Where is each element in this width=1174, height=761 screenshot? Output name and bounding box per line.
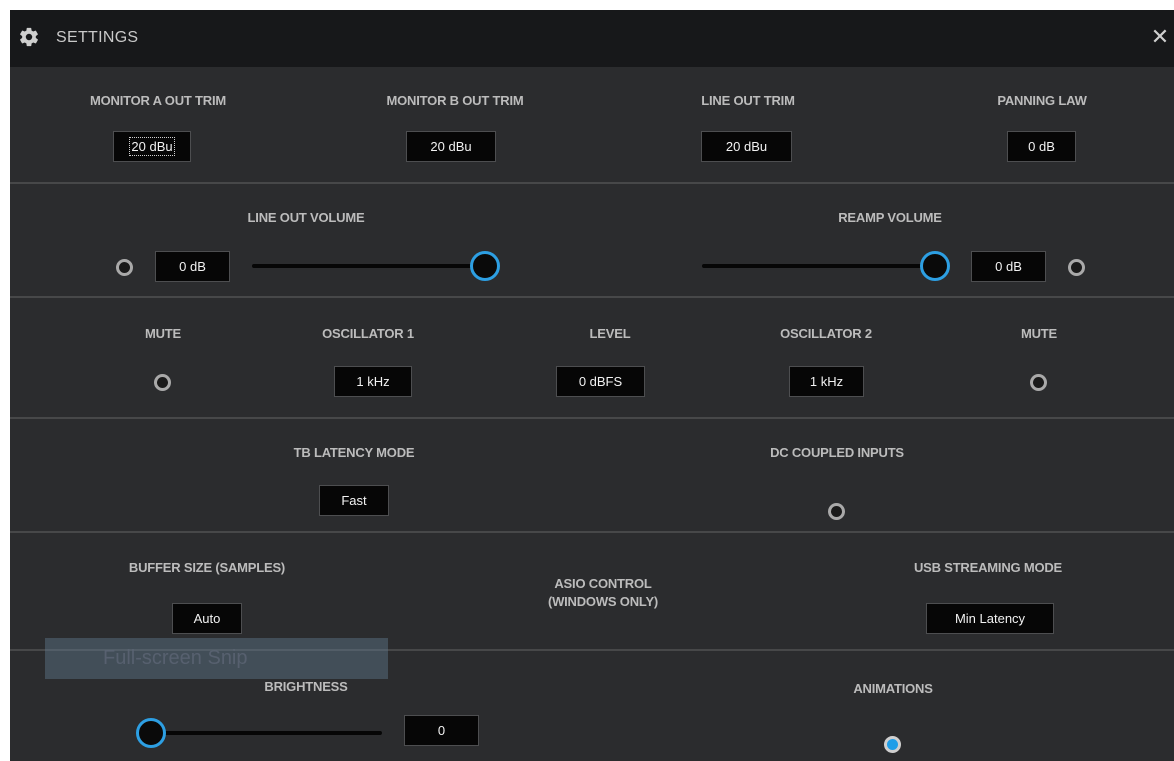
oscillator-section: MUTE OSCILLATOR 1 1 kHz LEVEL 0 dBFS OSC… [10,296,1174,419]
reamp-volume-mute-toggle[interactable] [1068,259,1085,276]
osc1-mute-label: MUTE [144,326,182,341]
panning-law-field[interactable]: 0 dB [1007,131,1076,162]
osc2-mute-label: MUTE [1020,326,1058,341]
monitor-a-trim-field[interactable]: 20 dBu [113,131,191,162]
dc-coupled-inputs-label: DC COUPLED INPUTS [770,445,904,460]
usb-streaming-mode-label: USB STREAMING MODE [913,560,1063,575]
brightness-field[interactable]: 0 [404,715,479,746]
monitor-a-trim-label: MONITOR A OUT TRIM [89,93,227,108]
line-out-volume-track[interactable] [252,264,484,268]
buffer-size-field[interactable]: Auto [172,603,242,634]
level-label: LEVEL [589,326,631,341]
reamp-volume-field[interactable]: 0 dB [971,251,1046,282]
buffer-section: BUFFER SIZE (SAMPLES) Auto ASIO CONTROL … [10,531,1174,651]
animations-label: ANIMATIONS [853,681,933,696]
tb-latency-mode-label: TB LATENCY MODE [293,445,415,460]
brightness-label: BRIGHTNESS [264,679,348,694]
asio-control-label: ASIO CONTROL (WINDOWS ONLY) [547,576,659,609]
close-icon: ✕ [1150,24,1170,49]
osc1-mute-toggle[interactable] [154,374,171,391]
brightness-handle[interactable] [136,718,166,748]
line-out-volume-field[interactable]: 0 dB [155,251,230,282]
line-out-volume-mute-toggle[interactable] [116,259,133,276]
buffer-size-label: BUFFER SIZE (SAMPLES) [128,560,286,575]
animations-toggle[interactable] [884,736,901,753]
reamp-volume-label: REAMP VOLUME [838,210,942,225]
line-out-trim-field[interactable]: 20 dBu [701,131,792,162]
tb-latency-mode-field[interactable]: Fast [319,485,389,516]
line-out-volume-label: LINE OUT VOLUME [247,210,365,225]
oscillator-2-label: OSCILLATOR 2 [780,326,872,341]
brightness-track[interactable] [148,731,382,735]
reamp-volume-track[interactable] [702,264,934,268]
window-title: SETTINGS [56,29,139,46]
osc2-mute-toggle[interactable] [1030,374,1047,391]
volume-section: LINE OUT VOLUME 0 dB REAMP VOLUME 0 dB [10,182,1174,298]
line-out-trim-label: LINE OUT TRIM [701,93,795,108]
latency-section: TB LATENCY MODE Fast DC COUPLED INPUTS [10,417,1174,533]
reamp-volume-handle[interactable] [920,251,950,281]
monitor-b-trim-label: MONITOR B OUT TRIM [386,93,524,108]
panning-law-label: PANNING LAW [997,93,1087,108]
close-button[interactable]: ✕ [1148,24,1172,50]
oscillator-2-field[interactable]: 1 kHz [789,366,864,397]
title-bar: SETTINGS ✕ [10,10,1174,67]
line-out-volume-handle[interactable] [470,251,500,281]
usb-streaming-mode-field[interactable]: Min Latency [926,603,1054,634]
monitor-b-trim-field[interactable]: 20 dBu [406,131,496,162]
oscillator-1-field[interactable]: 1 kHz [334,366,412,397]
trim-section: MONITOR A OUT TRIM 20 dBu MONITOR B OUT … [10,67,1174,182]
full-screen-snip-overlay[interactable]: Full-screen Snip [45,638,388,679]
level-field[interactable]: 0 dBFS [556,366,645,397]
dc-coupled-inputs-toggle[interactable] [828,503,845,520]
gear-icon [20,27,38,47]
oscillator-1-label: OSCILLATOR 1 [322,326,414,341]
